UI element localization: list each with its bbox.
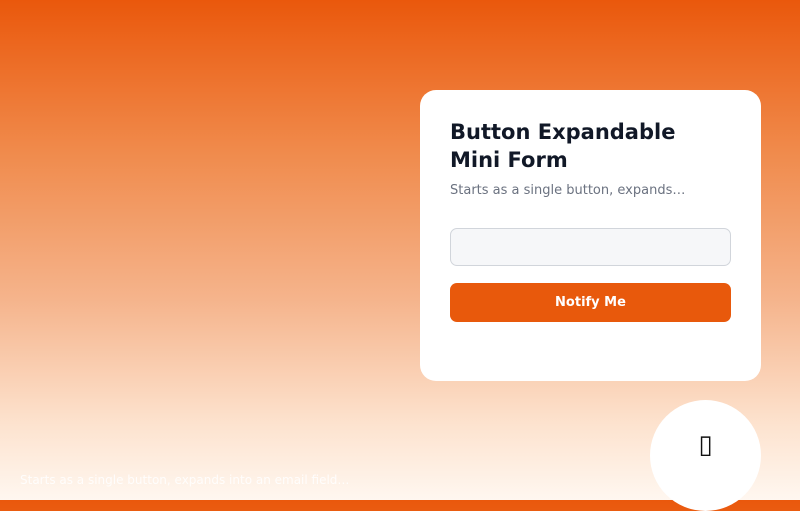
fab-button[interactable]: ▯ <box>650 400 761 511</box>
mini-form-card: Button Expandable Mini Form Starts as a … <box>420 90 761 381</box>
footer-caption: Starts as a single button, expands into … <box>20 473 350 487</box>
missing-glyph-icon: ▯ <box>698 429 713 460</box>
email-field[interactable] <box>450 228 731 266</box>
notify-me-button[interactable]: Notify Me <box>450 283 731 322</box>
card-subtitle: Starts as a single button, expands… <box>450 183 686 198</box>
card-title: Button Expandable Mini Form <box>450 120 676 172</box>
